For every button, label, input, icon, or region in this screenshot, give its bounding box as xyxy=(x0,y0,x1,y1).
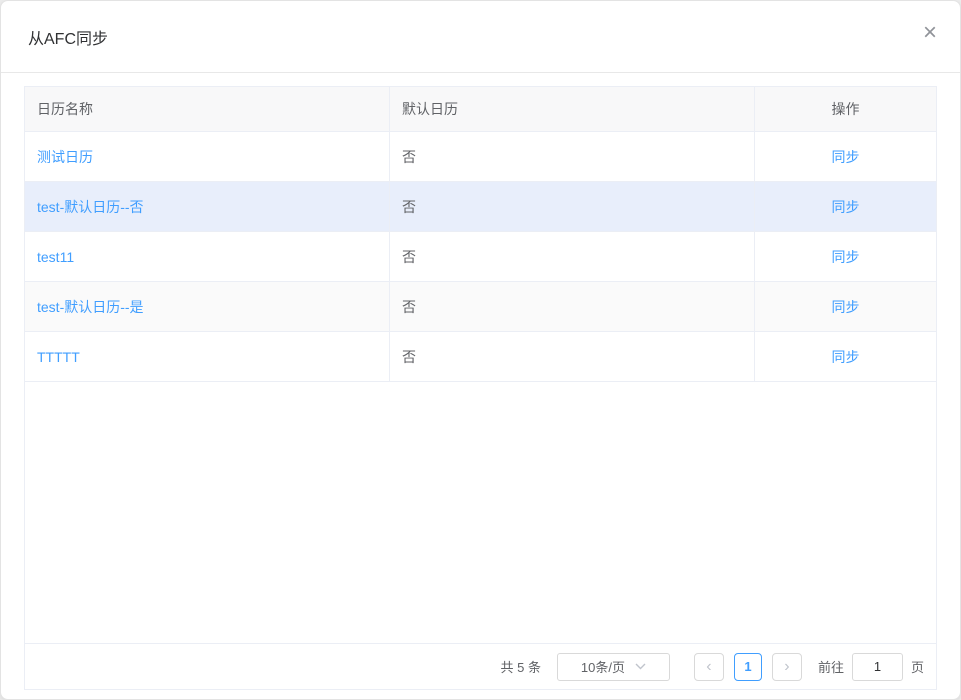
goto-page-input[interactable] xyxy=(852,653,903,681)
table-row: 测试日历 否 同步 xyxy=(25,132,936,182)
calendar-name-link[interactable]: test-默认日历--是 xyxy=(37,297,144,317)
dialog-header: 从AFC同步 × xyxy=(1,1,960,73)
next-page-button[interactable]: › xyxy=(772,653,802,681)
sync-action-link[interactable]: 同步 xyxy=(832,297,860,317)
sync-action-link[interactable]: 同步 xyxy=(832,247,860,267)
calendar-name-link[interactable]: test-默认日历--否 xyxy=(37,197,144,217)
page-unit-label: 页 xyxy=(911,657,924,676)
pagination-bar: 共 5 条 10条/页 ‹ 1 › 前往 页 xyxy=(25,643,936,689)
close-icon[interactable]: × xyxy=(916,19,944,47)
page-size-select[interactable]: 10条/页 xyxy=(557,653,670,681)
dialog-body: 日历名称 默认日历 操作 测试日历否同步test-默认日历--否否同步test1… xyxy=(1,73,960,700)
calendar-name-link[interactable]: test11 xyxy=(37,249,74,265)
total-count-label: 共 5 条 xyxy=(501,657,541,676)
calendar-name-link[interactable]: 测试日历 xyxy=(37,147,93,167)
table-row: TTTTT 否 同步 xyxy=(25,332,936,382)
default-calendar-value: 否 xyxy=(402,197,416,217)
chevron-down-icon xyxy=(635,663,646,670)
table-row: test-默认日历--否 否 同步 xyxy=(25,182,936,232)
table-body: 测试日历否同步test-默认日历--否否同步test11否同步test-默认日历… xyxy=(25,132,936,382)
table-header-row: 日历名称 默认日历 操作 xyxy=(25,87,936,132)
default-calendar-value: 否 xyxy=(402,247,416,267)
column-header-calendar-name: 日历名称 xyxy=(25,87,390,131)
default-calendar-value: 否 xyxy=(402,297,416,317)
column-header-default-calendar: 默认日历 xyxy=(390,87,755,131)
default-calendar-value: 否 xyxy=(402,347,416,367)
page-number-button[interactable]: 1 xyxy=(734,653,762,681)
prev-page-button[interactable]: ‹ xyxy=(694,653,724,681)
table-row: test-默认日历--是 否 同步 xyxy=(25,282,936,332)
page-size-value: 10条/页 xyxy=(581,657,625,676)
calendar-name-link[interactable]: TTTTT xyxy=(37,349,80,365)
goto-label: 前往 xyxy=(818,657,844,676)
table-row: test11 否 同步 xyxy=(25,232,936,282)
sync-action-link[interactable]: 同步 xyxy=(832,147,860,167)
default-calendar-value: 否 xyxy=(402,147,416,167)
dialog-title: 从AFC同步 xyxy=(28,25,108,49)
table-empty-area xyxy=(25,382,936,643)
sync-from-afc-dialog: 从AFC同步 × 日历名称 默认日历 操作 测试日历否同步test-默认日历--… xyxy=(0,0,961,700)
sync-action-link[interactable]: 同步 xyxy=(832,347,860,367)
sync-action-link[interactable]: 同步 xyxy=(832,197,860,217)
calendar-table: 日历名称 默认日历 操作 测试日历否同步test-默认日历--否否同步test1… xyxy=(24,86,937,690)
column-header-operation: 操作 xyxy=(755,87,936,131)
